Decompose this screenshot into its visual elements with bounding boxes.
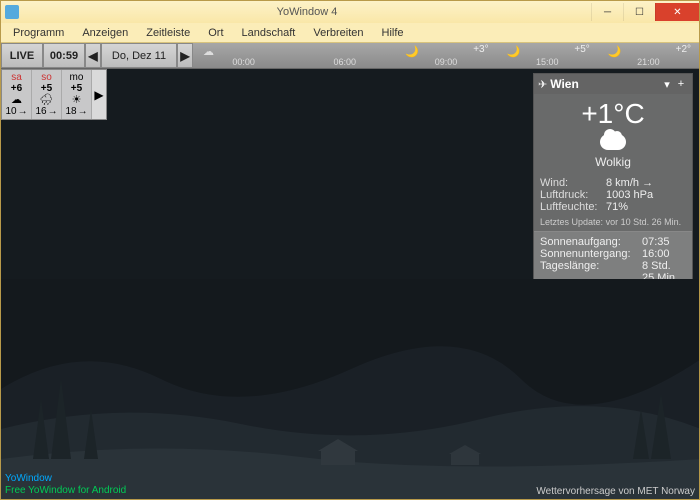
- sun-icon: ☀: [62, 94, 91, 106]
- date-next-button[interactable]: ▶: [177, 43, 193, 68]
- humidity-value: 71%: [606, 201, 628, 213]
- close-button[interactable]: ✕: [655, 3, 699, 21]
- menubar: Programm Anzeigen Zeitleiste Ort Landsch…: [1, 23, 699, 43]
- arrow-icon: →: [48, 106, 58, 117]
- condition-text: Wolkig: [534, 155, 692, 169]
- sunset-value: 16:00: [642, 248, 670, 260]
- moon-icon: 🌙: [405, 45, 419, 58]
- rain-icon: 🌧: [32, 94, 61, 106]
- menu-anzeigen[interactable]: Anzeigen: [74, 25, 136, 41]
- time-display[interactable]: 00:59: [43, 43, 85, 68]
- android-link[interactable]: Free YoWindow for Android: [5, 485, 126, 497]
- forecast-day[interactable]: so +5 🌧 16→: [32, 70, 62, 119]
- maximize-button[interactable]: ☐: [623, 3, 655, 21]
- location-icon: ✈: [538, 78, 547, 91]
- sunrise-value: 07:35: [642, 236, 670, 248]
- forecast-day[interactable]: sa +6 ☁ 10→: [2, 70, 32, 119]
- location-name[interactable]: Wien: [550, 77, 660, 91]
- forecast-strip: sa +6 ☁ 10→ so +5 🌧 16→ mo +5 ☀ 18→ ▶: [1, 69, 107, 120]
- minimize-button[interactable]: ─: [591, 3, 623, 21]
- menu-ort[interactable]: Ort: [200, 25, 231, 41]
- weather-panel: ✈ Wien ▾ + +1°C Wolkig Wind:8 km/h → Luf…: [533, 73, 693, 289]
- date-display[interactable]: Do, Dez 11: [101, 43, 177, 68]
- content-area: LIVE 00:59 ◀ Do, Dez 11 ▶ ☁00:00 06:00 🌙…: [1, 43, 699, 499]
- time-cell: 06:00: [294, 43, 395, 68]
- wind-value: 8 km/h →: [606, 177, 653, 189]
- menu-programm[interactable]: Programm: [5, 25, 72, 41]
- pressure-value: 1003 hPa: [606, 189, 653, 201]
- add-location-button[interactable]: +: [674, 78, 688, 90]
- timestrip: LIVE 00:59 ◀ Do, Dez 11 ▶ ☁00:00 06:00 🌙…: [1, 43, 699, 69]
- menu-verbreiten[interactable]: Verbreiten: [305, 25, 371, 41]
- footer-links: YoWindow Free YoWindow for Android: [5, 473, 126, 497]
- app-icon: [5, 5, 19, 19]
- cloud-icon: ☁: [2, 94, 31, 106]
- menu-hilfe[interactable]: Hilfe: [374, 25, 412, 41]
- moon-icon: 🌙: [507, 45, 521, 58]
- time-cell: 🌙+2°21:00: [598, 43, 699, 68]
- titlebar: YoWindow 4 ─ ☐ ✕: [1, 1, 699, 23]
- arrow-icon: →: [18, 106, 28, 117]
- update-time: vor 10 Std. 26 Min.: [606, 217, 682, 227]
- forecast-credit: Wettervorhersage von MET Norway: [536, 486, 695, 497]
- forecast-next-button[interactable]: ▶: [92, 70, 106, 119]
- current-temp: +1°C: [534, 98, 692, 130]
- live-button[interactable]: LIVE: [1, 43, 43, 68]
- timeline[interactable]: ☁00:00 06:00 🌙+3°09:00 🌙+5°15:00 🌙+2°21:…: [193, 43, 699, 68]
- moon-icon: 🌙: [608, 45, 622, 58]
- menu-zeitleiste[interactable]: Zeitleiste: [138, 25, 198, 41]
- window-title: YoWindow 4: [23, 6, 591, 18]
- yowindow-link[interactable]: YoWindow: [5, 473, 126, 485]
- cloud-icon: [534, 134, 692, 153]
- time-cell: 🌙+5°15:00: [497, 43, 598, 68]
- cloud-icon: ☁: [203, 45, 214, 58]
- arrow-icon: →: [78, 106, 88, 117]
- landscape-scene: [1, 279, 699, 499]
- forecast-day[interactable]: mo +5 ☀ 18→: [62, 70, 92, 119]
- time-cell: 🌙+3°09:00: [395, 43, 496, 68]
- menu-landschaft[interactable]: Landschaft: [234, 25, 304, 41]
- date-prev-button[interactable]: ◀: [85, 43, 101, 68]
- time-cell: ☁00:00: [193, 43, 294, 68]
- location-dropdown-icon[interactable]: ▾: [660, 78, 674, 91]
